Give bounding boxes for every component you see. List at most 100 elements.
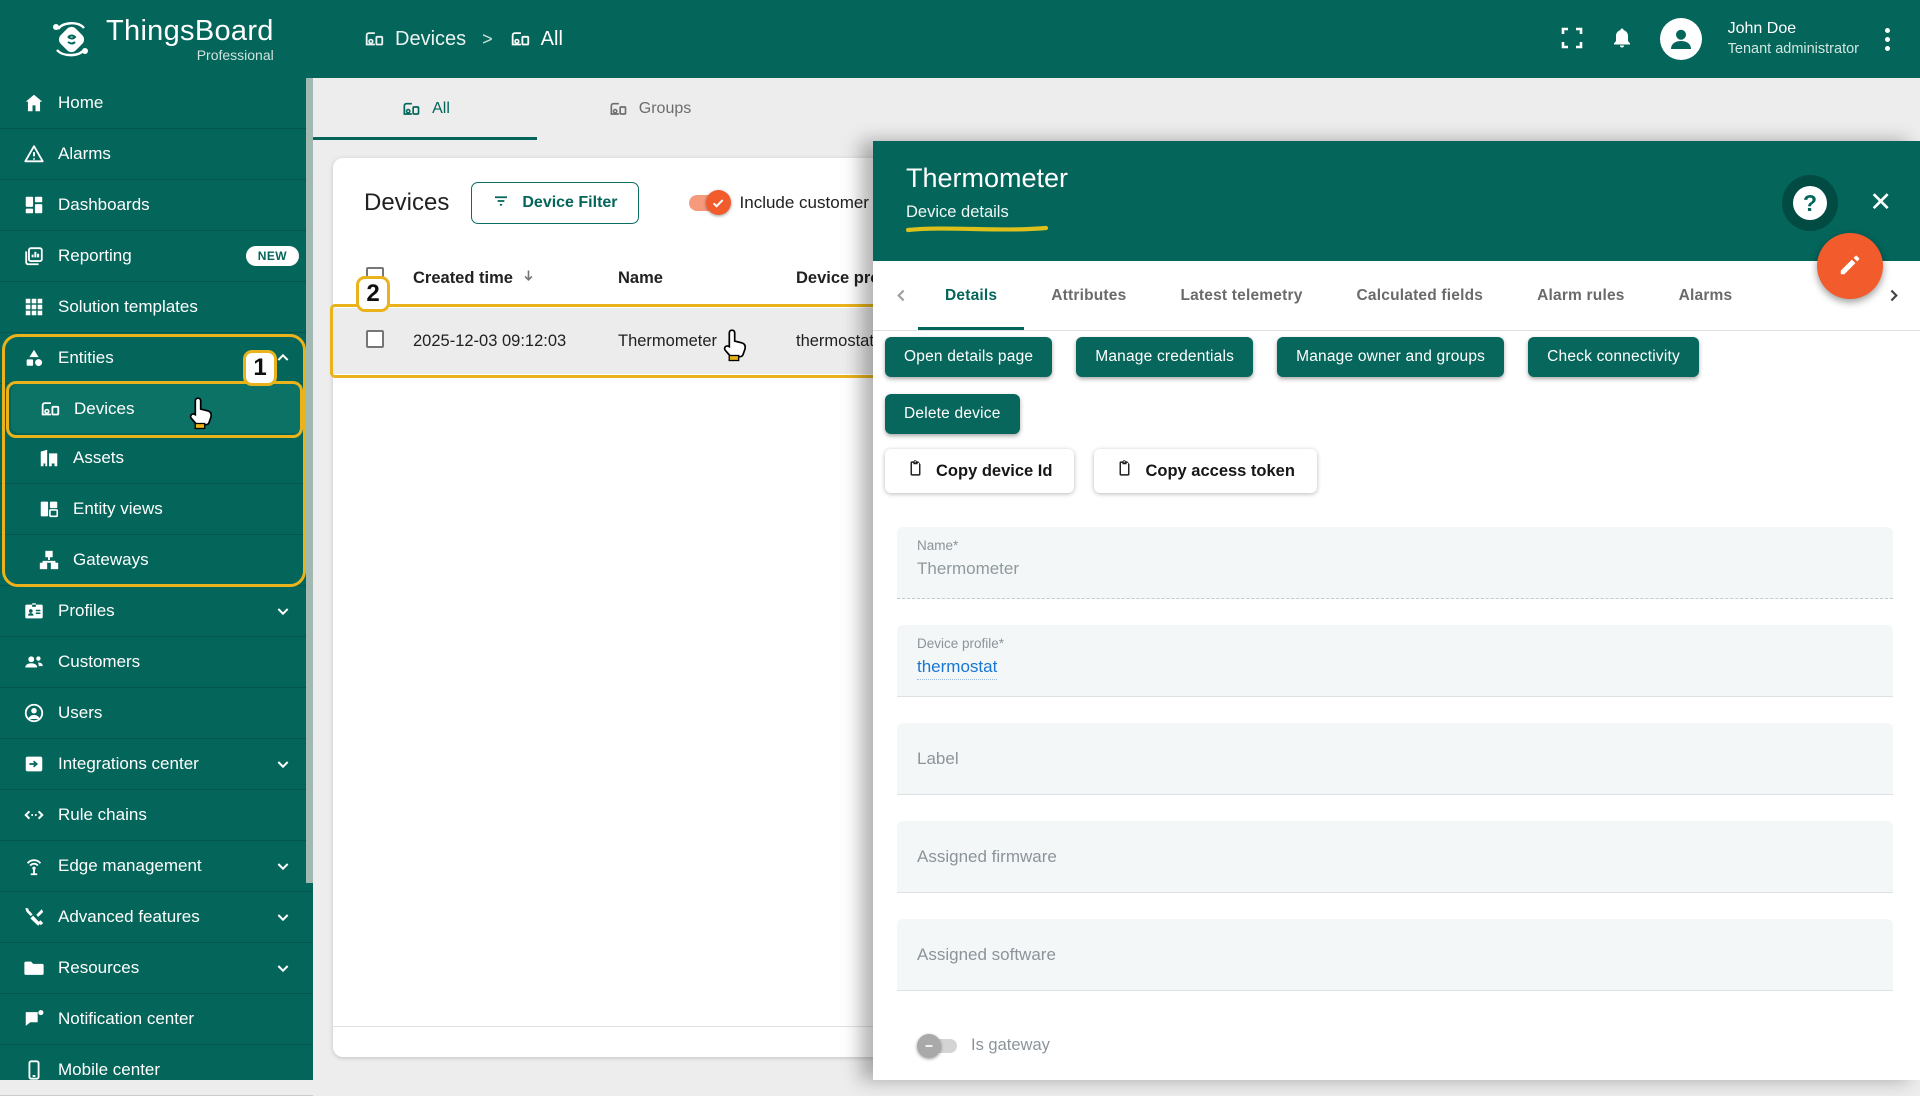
chevron-down-icon	[275, 960, 291, 976]
sidebar-scrollbar[interactable]	[306, 78, 313, 883]
assigned-firmware-field[interactable]: Assigned firmware	[897, 821, 1893, 893]
user-name: John Doe	[1728, 19, 1859, 39]
sidebar-item-customers[interactable]: Customers	[0, 637, 313, 688]
sidebar-item-entities[interactable]: Entities	[0, 333, 313, 384]
sidebar-item-assets[interactable]: Assets	[0, 433, 313, 484]
entities-icon	[23, 347, 45, 369]
sidebar-item-edge-management[interactable]: Edge management	[0, 841, 313, 892]
toggle-off-icon	[917, 1034, 941, 1058]
sidebar-item-label: Dashboards	[58, 195, 150, 215]
assigned-firmware-label: Assigned firmware	[917, 847, 1057, 867]
tabs-scroll-right-button[interactable]	[1877, 287, 1910, 304]
is-gateway-toggle[interactable]	[921, 1039, 957, 1053]
device-profile-link[interactable]: thermostat	[917, 657, 997, 680]
device-details-panel: Thermometer Device details ? ✕ Details A…	[873, 141, 1920, 1080]
breadcrumb-devices[interactable]: Devices	[363, 28, 466, 51]
sort-desc-icon[interactable]	[521, 269, 536, 287]
sidebar-item-mobile-center[interactable]: Mobile center	[0, 1045, 313, 1096]
sidebar-item-dashboards[interactable]: Dashboards	[0, 180, 313, 231]
clipboard-icon	[1116, 459, 1133, 483]
close-icon[interactable]: ✕	[1869, 189, 1892, 216]
entity-views-icon	[38, 498, 60, 520]
manage-owner-groups-button[interactable]: Manage owner and groups	[1277, 337, 1504, 377]
sidebar-item-reporting[interactable]: Reporting NEW	[0, 231, 313, 282]
copy-device-id-button[interactable]: Copy device Id	[885, 449, 1074, 493]
name-field[interactable]: Name* Thermometer	[897, 527, 1893, 599]
breadcrumb: Devices > All	[363, 28, 563, 51]
thingsboard-logo[interactable]: ThingsBoard Professional	[0, 16, 313, 63]
sidebar-item-entity-views[interactable]: Entity views	[0, 484, 313, 535]
sidebar-item-rule-chains[interactable]: Rule chains	[0, 790, 313, 841]
name-field-label: Name*	[917, 538, 1873, 553]
label-field-label: Label	[917, 749, 959, 769]
assets-icon	[38, 447, 60, 469]
app-header: ThingsBoard Professional Devices > All	[0, 0, 1920, 78]
bell-icon	[1610, 26, 1634, 53]
tab-alarm-rules[interactable]: Alarm rules	[1510, 261, 1652, 330]
sidebar-item-integrations-center[interactable]: Integrations center	[0, 739, 313, 790]
column-name[interactable]: Name	[618, 248, 796, 308]
fullscreen-button[interactable]	[1560, 26, 1584, 53]
edit-fab-button[interactable]	[1817, 233, 1883, 299]
sidebar-item-label: Entity views	[73, 499, 163, 519]
sidebar-item-label: Alarms	[58, 144, 111, 164]
sidebar-item-label: Reporting	[58, 246, 132, 266]
sidebar-item-alarms[interactable]: Alarms	[0, 129, 313, 180]
copy-access-token-button[interactable]: Copy access token	[1094, 449, 1316, 493]
breadcrumb-all[interactable]: All	[509, 28, 563, 51]
device-filter-label: Device Filter	[522, 194, 617, 212]
avatar[interactable]	[1660, 18, 1702, 60]
check-connectivity-button[interactable]: Check connectivity	[1528, 337, 1699, 377]
include-customer-toggle[interactable]	[689, 195, 727, 211]
sidebar-item-solution-templates[interactable]: Solution templates	[0, 282, 313, 333]
sidebar-item-label: Assets	[73, 448, 124, 468]
include-customer-label: Include customer	[740, 193, 869, 213]
label-field[interactable]: Label	[897, 723, 1893, 795]
manage-credentials-button[interactable]: Manage credentials	[1076, 337, 1253, 377]
tab-alarms[interactable]: Alarms	[1652, 261, 1760, 330]
sidebar-item-users[interactable]: Users	[0, 688, 313, 739]
tab-details[interactable]: Details	[918, 261, 1024, 330]
help-button[interactable]: ?	[1782, 175, 1838, 231]
sidebar-item-advanced-features[interactable]: Advanced features	[0, 892, 313, 943]
device-filter-button[interactable]: Device Filter	[471, 182, 638, 224]
sidebar-item-devices[interactable]: Devices	[11, 384, 302, 433]
sidebar-item-resources[interactable]: Resources	[0, 943, 313, 994]
notifications-button[interactable]	[1610, 26, 1634, 53]
toggle-check-icon	[706, 190, 731, 215]
sidebar-item-label: Resources	[58, 958, 139, 978]
sidebar-item-gateways[interactable]: Gateways	[0, 535, 313, 586]
tab-calculated-fields[interactable]: Calculated fields	[1330, 261, 1511, 330]
tab-latest-telemetry[interactable]: Latest telemetry	[1153, 261, 1329, 330]
sidebar-item-profiles[interactable]: Profiles	[0, 586, 313, 637]
gateways-icon	[38, 549, 60, 571]
sidebar-item-label: Home	[58, 93, 103, 113]
tab-groups[interactable]: Groups	[537, 78, 761, 140]
sidebar-item-label: Advanced features	[58, 907, 200, 927]
more-menu-button[interactable]	[1885, 28, 1890, 51]
select-all-checkbox[interactable]	[366, 267, 384, 285]
device-profile-field[interactable]: Device profile* thermostat	[897, 625, 1893, 697]
tab-all[interactable]: All	[313, 78, 537, 140]
user-role: Tenant administrator	[1728, 39, 1859, 59]
column-created-time[interactable]: Created time	[413, 248, 618, 308]
help-icon: ?	[1793, 186, 1827, 220]
sidebar-item-label: Mobile center	[58, 1060, 160, 1080]
entity-tabbar: All Groups	[313, 78, 1920, 140]
assigned-software-label: Assigned software	[917, 945, 1056, 965]
chevron-down-icon	[275, 603, 291, 619]
dashboards-icon	[23, 194, 45, 216]
open-details-page-button[interactable]: Open details page	[885, 337, 1052, 377]
row-checkbox[interactable]	[366, 330, 384, 348]
sidebar-item-label: Rule chains	[58, 805, 147, 825]
assigned-software-field[interactable]: Assigned software	[897, 919, 1893, 991]
sidebar-item-home[interactable]: Home	[0, 78, 313, 129]
delete-device-button[interactable]: Delete device	[885, 394, 1020, 434]
logo-subtitle: Professional	[197, 47, 274, 63]
profiles-icon	[23, 600, 45, 622]
edge-icon	[23, 855, 45, 877]
tab-attributes[interactable]: Attributes	[1024, 261, 1153, 330]
sidebar-item-label: Integrations center	[58, 754, 199, 774]
tabs-scroll-left-button[interactable]	[885, 287, 918, 304]
sidebar-item-notification-center[interactable]: Notification center	[0, 994, 313, 1045]
